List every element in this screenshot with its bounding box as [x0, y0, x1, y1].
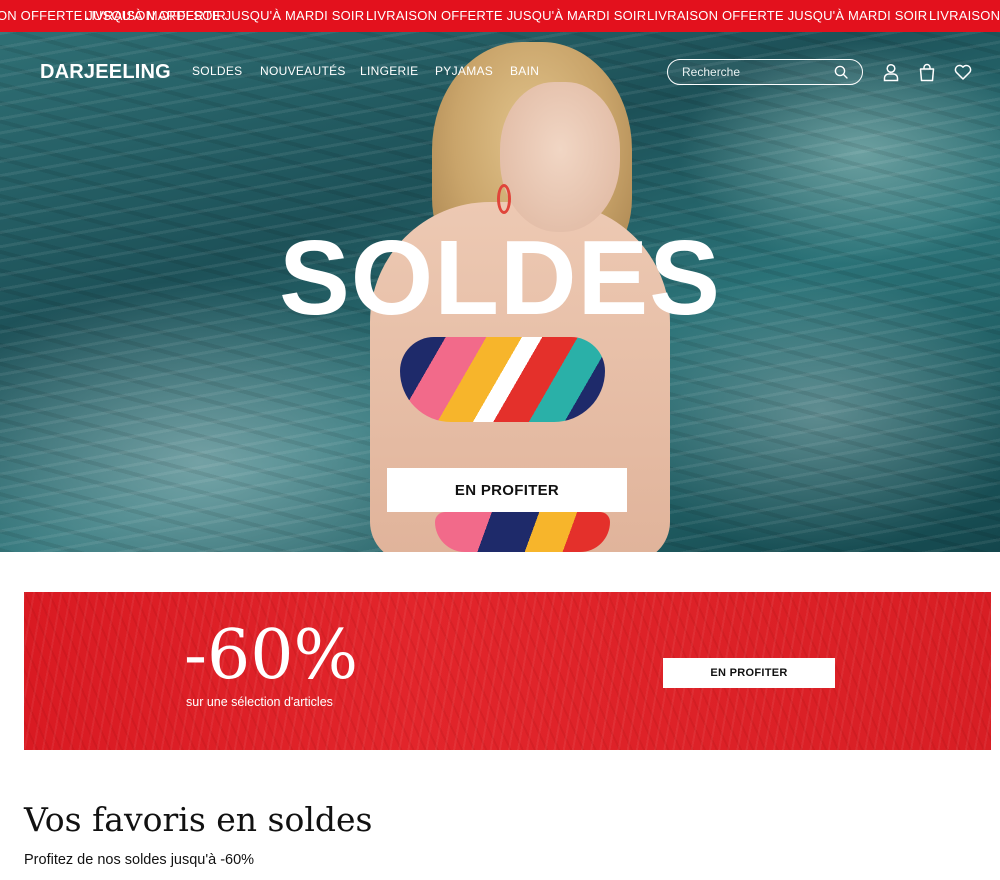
search-input[interactable]: [682, 64, 832, 80]
hero-model-face: [500, 82, 620, 232]
promo-cta-button[interactable]: EN PROFITER: [663, 658, 835, 688]
promo-percentage: -60%: [184, 616, 359, 695]
nav-item-lingerie[interactable]: LINGERIE: [360, 64, 418, 78]
announcement-bar: IRAISON OFFERTE JUSQU'À MARDI SOIR LIVRA…: [0, 0, 1000, 32]
promo-banner[interactable]: -60% sur une sélection d'articles EN PRO…: [24, 592, 991, 750]
bag-icon[interactable]: [917, 62, 937, 82]
search-icon[interactable]: [834, 65, 848, 79]
hero-cta-button[interactable]: EN PROFITER: [387, 468, 627, 512]
nav-item-nouveautes[interactable]: NOUVEAUTÉS: [260, 64, 346, 78]
nav-item-pyjamas[interactable]: PYJAMAS: [435, 64, 493, 78]
hero-bikini-bottom: [435, 512, 610, 552]
hero-bikini-top: [400, 337, 605, 422]
announcement-message: LIVRAISON OFFERTE JUSQU'À MARDI SOIR: [84, 8, 365, 23]
heart-icon[interactable]: [953, 62, 973, 82]
promo-subtitle: sur une sélection d'articles: [186, 695, 333, 709]
nav-item-soldes[interactable]: SOLDES: [192, 64, 243, 78]
announcement-message: LIVRAISON OFFERTE JUSQU'À MARDI SOIR: [366, 8, 647, 23]
hero-model-earring: [497, 184, 511, 214]
brand-logo[interactable]: DARJEELING: [40, 61, 171, 84]
nav-item-bain[interactable]: BAIN: [510, 64, 539, 78]
hero-title: SOLDES: [279, 219, 721, 337]
account-icon[interactable]: [881, 62, 901, 82]
announcement-message: LIVRAISON OFFERTE JUSQU'À MARDI SOIR: [929, 8, 1000, 23]
announcement-message: LIVRAISON OFFERTE JUSQU'À MARDI SOIR: [647, 8, 928, 23]
section-subtitle: Profitez de nos soldes jusqu'à -60%: [24, 852, 255, 868]
section-title: Vos favoris en soldes: [24, 800, 373, 839]
search-box: [667, 59, 863, 85]
